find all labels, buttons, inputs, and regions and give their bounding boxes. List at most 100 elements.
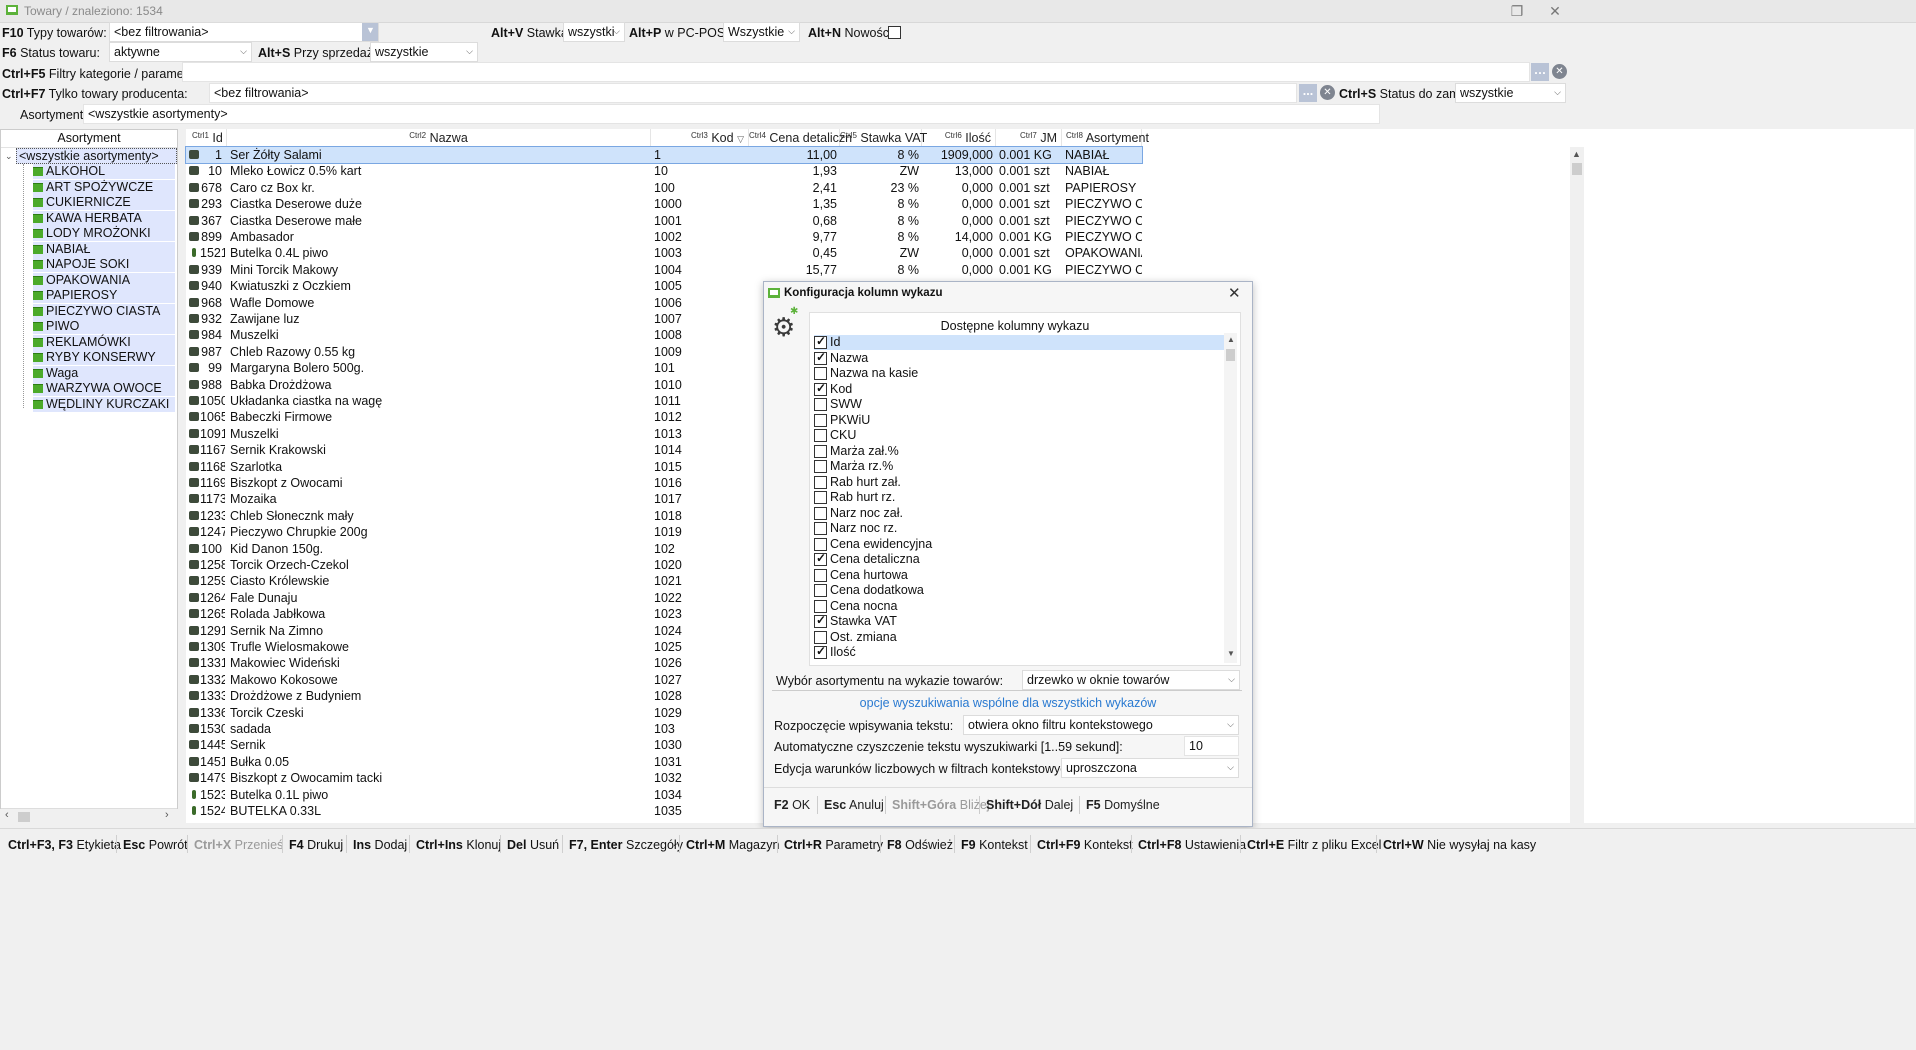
clear-icon[interactable]: ✕	[1552, 64, 1567, 79]
sprzedaz-combo[interactable]: wszystkie ⌵	[370, 42, 478, 62]
column-header[interactable]: Ctrl4 Cena detaliczn	[749, 129, 852, 147]
table-row[interactable]: 10 Mleko Łowicz 0.5% kart 10 1,93 ZW 13,000 0.…	[186, 163, 1142, 179]
tree-item[interactable]: REKLAMÓWKI	[33, 334, 175, 350]
types-dropdown-button[interactable]: ▼	[362, 23, 378, 41]
column-checkbox[interactable]	[814, 568, 827, 582]
scroll-thumb[interactable]	[1572, 163, 1582, 175]
tree-hscrollbar[interactable]: ‹ ›	[1, 808, 177, 825]
column-option[interactable]: Stawka VAT	[814, 613, 1224, 629]
column-option[interactable]: Ost. zmiana	[814, 630, 1224, 645]
column-header[interactable]: Ctrl3 Kod ▽	[651, 129, 749, 147]
shortcut-button[interactable]: Del Usuń	[507, 838, 559, 852]
tree-item[interactable]: ALKOHOL	[33, 164, 175, 179]
column-checkbox[interactable]	[814, 444, 827, 458]
column-header[interactable]: Ctrl7 JM	[996, 129, 1062, 147]
column-checkbox[interactable]	[814, 475, 827, 489]
column-checkbox[interactable]	[814, 506, 827, 520]
restore-icon[interactable]: ❐	[1508, 2, 1526, 20]
shortcut-button[interactable]: F4 Drukuj	[289, 838, 343, 852]
grid-vscrollbar[interactable]: ▲	[1570, 147, 1584, 823]
scroll-up-icon[interactable]: ▲	[1572, 149, 1581, 159]
column-checkbox[interactable]	[814, 460, 827, 473]
asortyment-input[interactable]: <wszystkie asortymenty>	[83, 104, 1380, 124]
producent-input[interactable]: <bez filtrowania>	[209, 83, 1297, 103]
column-checkbox[interactable]	[814, 630, 827, 644]
kategorie-input[interactable]	[182, 62, 1530, 82]
status-combo[interactable]: aktywne ⌵	[109, 42, 252, 62]
column-header[interactable]: Ctrl1 Id	[188, 129, 227, 147]
tree-item[interactable]: RYBY KONSERWY	[33, 350, 175, 365]
shortcut-button[interactable]: Ctrl+E Filtr z pliku Excel	[1247, 838, 1381, 852]
assortment-tree[interactable]: Asortyment ⌄ <wszystkie asortymenty> ALK…	[0, 129, 178, 825]
edycja-combo[interactable]: uproszczona ⌵	[1061, 758, 1239, 778]
dialog-button[interactable]: F5 Domyślne	[1086, 798, 1160, 812]
collapse-icon[interactable]: ⌄	[5, 151, 13, 162]
column-checkbox[interactable]	[814, 613, 827, 628]
column-checkbox[interactable]	[814, 350, 827, 365]
column-option[interactable]: Rab hurt zał.	[814, 475, 1224, 490]
types-combo[interactable]: <bez filtrowania> ▼	[109, 22, 379, 42]
column-option[interactable]: CKU	[814, 428, 1224, 443]
shortcut-button[interactable]: Ctrl+Ins Klonuj	[416, 838, 501, 852]
column-option[interactable]: Cena nocna	[814, 599, 1224, 614]
table-row[interactable]: 939 Mini Torcik Makowy 1004 15,77 8 % 0,000 0.…	[186, 262, 1142, 278]
column-checkbox[interactable]	[814, 491, 827, 504]
shortcut-button[interactable]: Ctrl+F8 Ustawienia	[1138, 838, 1246, 852]
column-option[interactable]: Nazwa na kasie	[814, 366, 1224, 381]
tree-item[interactable]: LODY MROŻONKI	[33, 226, 175, 241]
shortcut-button[interactable]: Ctrl+R Parametry	[784, 838, 883, 852]
column-option[interactable]: Marża zał.%	[814, 444, 1224, 459]
rozpoczecie-combo[interactable]: otwiera okno filtru kontekstowego ⌵	[963, 715, 1239, 735]
column-checkbox[interactable]	[814, 522, 827, 535]
column-option[interactable]: Narz noc zał.	[814, 506, 1224, 521]
scroll-up-icon[interactable]: ▲	[1227, 335, 1235, 344]
dialog-button[interactable]: Esc Anuluj	[824, 798, 884, 812]
scroll-left-icon[interactable]: ‹	[5, 809, 9, 821]
column-option[interactable]: Nazwa	[814, 350, 1224, 366]
tree-item[interactable]: NABIAŁ	[33, 241, 175, 257]
zam-combo[interactable]: wszystkie ⌵	[1455, 83, 1566, 103]
column-checkbox[interactable]	[814, 429, 827, 442]
table-row[interactable]: 899 Ambasador 1002 9,77 8 % 14,000 0.001 KG PIE…	[186, 229, 1142, 245]
shortcut-button[interactable]: F7, Enter Szczegóły	[569, 838, 683, 852]
column-checkbox[interactable]	[814, 334, 827, 349]
shortcut-button[interactable]: F8 Odśwież	[887, 838, 953, 852]
column-option[interactable]: Rab hurt rz.	[814, 490, 1224, 505]
column-header[interactable]: Ctrl2 Nazwa	[227, 129, 651, 147]
tree-item[interactable]: PIWO	[33, 319, 175, 334]
tree-item[interactable]: Waga	[33, 365, 175, 381]
dialog-button[interactable]: Shift+Dół Dalej	[986, 798, 1073, 812]
column-option[interactable]: PKWiU	[814, 413, 1224, 428]
shortcut-button[interactable]: Ctrl+F9 Kontekst	[1037, 838, 1133, 852]
column-checkbox[interactable]	[814, 413, 827, 427]
scroll-thumb[interactable]	[18, 812, 30, 822]
tree-item[interactable]: WĘDLINY KURCZAKI	[33, 396, 175, 412]
stawka-combo[interactable]: wszystki ⌵	[563, 22, 625, 42]
producent-more-button[interactable]: ...	[1299, 84, 1317, 102]
table-row[interactable]: 678 Caro cz Box kr. 100 2,41 23 % 0,000 0.001 …	[186, 180, 1142, 196]
shortcut-button[interactable]: Ctrl+F3, F3 Etykieta	[8, 838, 121, 852]
wybor-combo[interactable]: drzewko w oknie towarów ⌵	[1022, 670, 1240, 690]
shortcut-button[interactable]: Esc Powrót	[123, 838, 188, 852]
tree-item[interactable]: KAWA HERBATA	[33, 210, 175, 226]
scroll-thumb[interactable]	[1226, 349, 1235, 361]
column-header[interactable]: Ctrl8 Asortyment	[1062, 129, 1149, 147]
scroll-down-icon[interactable]: ▼	[1227, 649, 1235, 658]
shortcut-button[interactable]: Ctrl+W Nie wysyłaj na kasy	[1383, 838, 1536, 852]
tree-item[interactable]: ART SPOŻYWCZE	[33, 179, 175, 195]
tree-root[interactable]: <wszystkie asortymenty>	[16, 148, 177, 164]
table-row[interactable]: 293 Ciastka Deserowe duże 1000 1,35 8 % 0,000…	[186, 196, 1142, 212]
column-option[interactable]: Cena detaliczna	[814, 551, 1224, 567]
table-row[interactable]: 1 Ser Żółty Salami 1 11,00 8 % 1909,000 0.001 …	[185, 146, 1143, 164]
tree-item[interactable]: WARZYWA OWOCE	[33, 381, 175, 396]
scroll-right-icon[interactable]: ›	[165, 809, 169, 821]
tree-item[interactable]: OPAKOWANIA	[33, 272, 175, 288]
column-option[interactable]: Narz noc rz.	[814, 521, 1224, 536]
column-option[interactable]: Marża rz.%	[814, 459, 1224, 474]
opcje-link[interactable]: opcje wyszukiwania wspólne dla wszystkic…	[764, 696, 1252, 710]
column-checkbox[interactable]	[814, 551, 827, 566]
column-option[interactable]: Id	[814, 334, 1224, 350]
column-header[interactable]: Ctrl6 Ilość	[922, 129, 996, 147]
tree-item[interactable]: NAPOJE SOKI	[33, 257, 175, 272]
tree-item[interactable]: PAPIEROSY	[33, 288, 175, 303]
